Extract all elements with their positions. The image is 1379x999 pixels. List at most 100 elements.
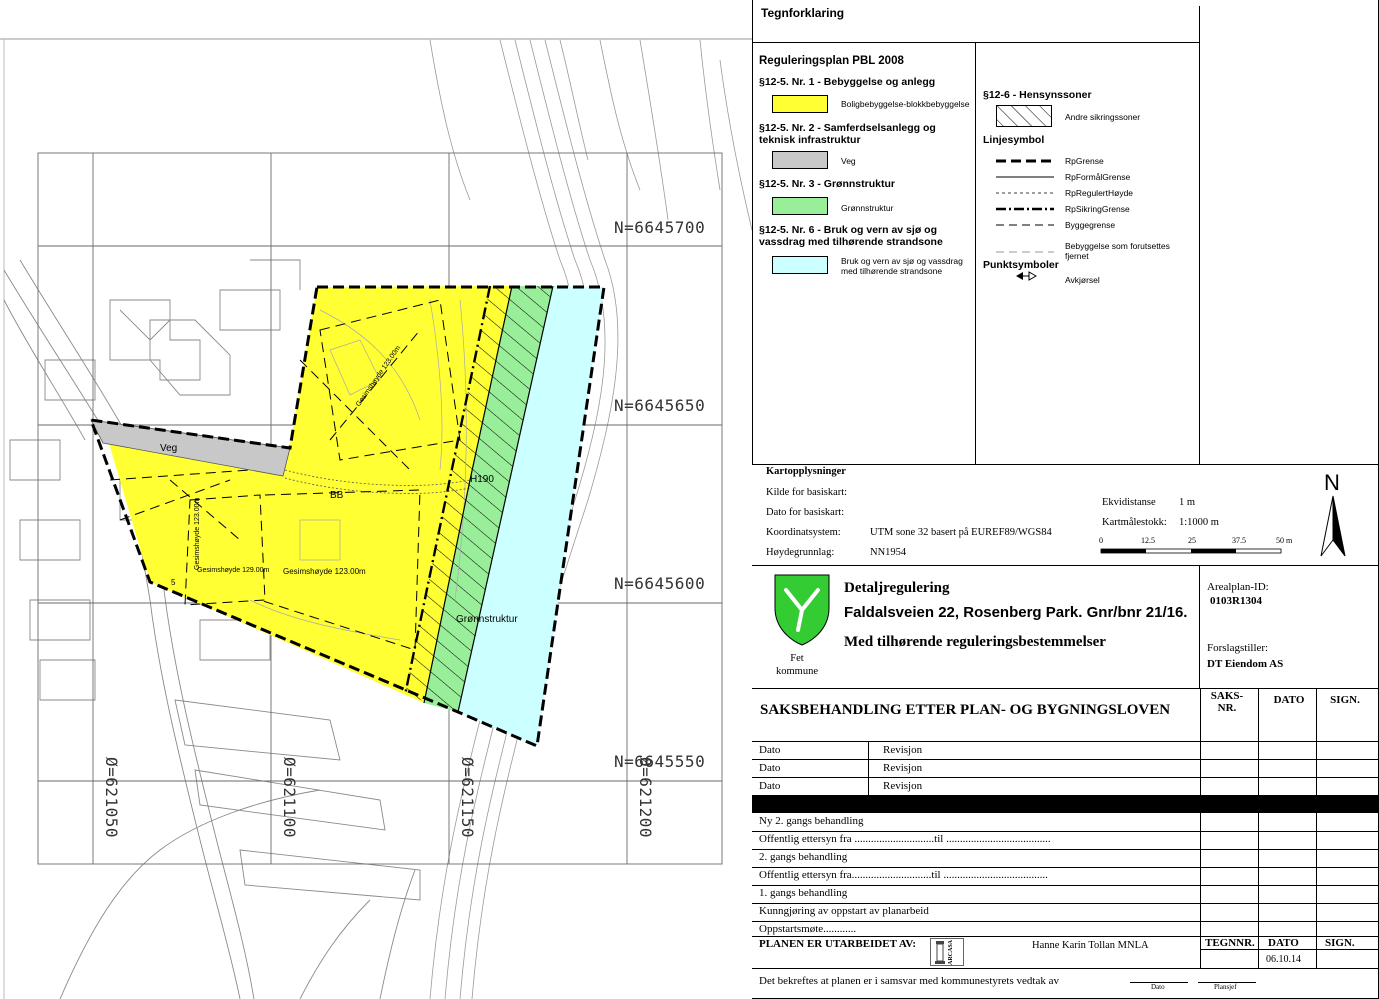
- line-label: Bebyggelse som forutsettes fjernet: [1065, 241, 1170, 261]
- line-label: RpFormålGrense: [1065, 172, 1131, 182]
- legend-section-6: §12-5. Nr. 6 - Bruk og vern av sjø og va…: [759, 224, 943, 248]
- rev-label: Revisjon: [883, 780, 923, 792]
- plan-title-2: Faldalsveien 22, Rosenberg Park. Gnr/bnr…: [844, 604, 1188, 621]
- line-label: RpGrense: [1065, 156, 1104, 166]
- arcasa-logo: ARCASA: [930, 938, 964, 966]
- legend-section-1: §12-5. Nr. 1 - Bebyggelse og anlegg: [759, 76, 936, 88]
- height-label: Gesimshøyde 129.00m: [197, 567, 270, 574]
- scale-tick: 50 m: [1276, 536, 1293, 545]
- prepared-by-label: PLANEN ER UTARBEIDET AV:: [759, 938, 916, 950]
- legend-section-hensyn: §12-6 - Hensynssoner: [983, 89, 1092, 101]
- line-label: Byggegrense: [1065, 220, 1116, 230]
- separator-bar: [752, 795, 1379, 813]
- northing-label: N=6645550: [614, 752, 706, 771]
- malestokk-label: Kartmålestokk:: [1102, 517, 1167, 528]
- legend-item-water: Bruk og vern av sjø og vassdrag med tilh…: [841, 256, 963, 276]
- plan-title-1: Detaljregulering: [844, 580, 950, 596]
- line-symbols: [996, 159, 1054, 253]
- saks-heading: SAKSBEHANDLING ETTER PLAN- OG BYGNINGSLO…: [760, 702, 1171, 718]
- area-code-label: BB: [330, 490, 344, 501]
- rev-date-label: Dato: [759, 762, 781, 774]
- swatch-green: [772, 197, 828, 215]
- zoning-areas: [90, 286, 604, 746]
- north-label: N: [1324, 470, 1340, 495]
- height-label: Gesimshøyde 123.00m: [283, 567, 366, 576]
- road-label: Veg: [160, 443, 178, 454]
- col-sign: SIGN.: [1330, 694, 1360, 706]
- legend-linjesymbol: Linjesymbol: [983, 134, 1045, 146]
- legend-section-2: §12-5. Nr. 2 - Samferdselsanlegg og tekn…: [759, 122, 936, 146]
- rev-label: Revisjon: [883, 744, 923, 756]
- map-canvas: [0, 38, 752, 999]
- arealplan-label: Arealplan-ID:: [1207, 581, 1269, 593]
- boundary-number-label: 5: [171, 578, 176, 587]
- scale-tick: 25: [1188, 536, 1196, 545]
- rev-date-label: Dato: [759, 780, 781, 792]
- northing-label: N=6645600: [614, 574, 706, 593]
- process-row: Oppstartsmøte............: [759, 923, 857, 935]
- height-label: Gesimshøyde 123.00m: [194, 497, 201, 570]
- scale-tick: 12.5: [1141, 536, 1155, 545]
- forslagstiller-label: Forslagstiller:: [1207, 642, 1269, 654]
- plan-type-heading: Reguleringsplan PBL 2008: [759, 55, 904, 67]
- scale-tick: 0: [1099, 536, 1103, 545]
- legend-panel: Tegnforklaring Reguleringsplan PBL 2008 …: [752, 0, 1379, 464]
- ekvidistanse-label: Ekvidistanse: [1102, 497, 1156, 508]
- line-label: RpSikringGrense: [1065, 204, 1130, 214]
- legend-section-3: §12-5. Nr. 3 - Grønnstruktur: [759, 178, 895, 190]
- line-label: RpRegulertHøyde: [1065, 188, 1134, 198]
- scale-tick: 37.5: [1232, 536, 1246, 545]
- process-row: Ny 2. gangs behandling: [759, 815, 864, 827]
- kart-title: Kartopplysninger: [766, 466, 846, 477]
- kart-koord-label: Koordinatsystem:: [766, 527, 841, 538]
- malestokk-value: 1:1000 m: [1179, 517, 1219, 528]
- legend-item-green: Grønnstruktur: [841, 203, 894, 213]
- process-row: Offentlig ettersyn fra .................…: [759, 833, 1051, 845]
- column-icon: [935, 941, 945, 964]
- green-area-label: Grønnstruktur: [456, 614, 518, 625]
- swatch-road: [772, 151, 828, 169]
- easting-label: Ø=621050: [102, 757, 121, 839]
- dato-label: DATO: [1268, 937, 1299, 949]
- north-arrow-icon: [1320, 495, 1346, 557]
- swatch-sikring: [996, 105, 1052, 127]
- plan-sheet: N=6645700 N=6645650 N=6645600 N=6645550 …: [0, 0, 1379, 999]
- process-row: Offentlig ettersyn fra..................…: [759, 869, 1048, 881]
- author-name: Hanne Karin Tollan MNLA: [1032, 940, 1149, 951]
- swatch-residential: [772, 95, 828, 113]
- col-saksnr: SAKS- NR.: [1210, 690, 1244, 714]
- plan-title-3: Med tilhørende reguleringsbestemmelser: [844, 634, 1106, 650]
- rev-date-label: Dato: [759, 744, 781, 756]
- zone-code-label: H190: [470, 474, 494, 485]
- process-row: 1. gangs behandling: [759, 887, 848, 899]
- map-frame: N=6645700 N=6645650 N=6645600 N=6645550 …: [0, 0, 752, 999]
- legend-item-residential: Boligbebyggelse-blokkbebyggelse: [841, 99, 970, 109]
- process-row: Kunngjøring av oppstart av planarbeid: [759, 905, 929, 917]
- scale-bar: [1100, 548, 1282, 554]
- legend-item-road: Veg: [841, 156, 856, 166]
- legend-title: Tegnforklaring: [761, 6, 845, 20]
- municipal-crest-icon: [774, 574, 830, 646]
- municipality-name: Fet kommune: [776, 653, 818, 677]
- footer-plansjef: Plansjef: [1214, 983, 1237, 991]
- easting-label: Ø=621150: [458, 757, 477, 839]
- forslagstiller-value: DT Eiendom AS: [1207, 658, 1284, 670]
- sign-label: SIGN.: [1325, 937, 1355, 949]
- confirmation-text: Det bekreftes at planen er i samsvar med…: [759, 975, 1059, 987]
- northing-label: N=6645700: [614, 218, 706, 237]
- process-row: 2. gangs behandling: [759, 851, 848, 863]
- driveway-icon: [1016, 271, 1037, 281]
- tegnnr-label: TEGNNR.: [1205, 937, 1255, 949]
- kart-dato-label: Dato for basiskart:: [766, 507, 845, 518]
- swatch-water: [772, 256, 828, 274]
- arcasa-text: ARCASA: [948, 939, 954, 965]
- legend-item-driveway: Avkjørsel: [1065, 275, 1100, 285]
- kart-hoyde-value: NN1954: [870, 547, 907, 558]
- kart-koord-value: UTM sone 32 basert på EUREF89/WGS84: [870, 527, 1052, 538]
- kart-hoyde-label: Høydegrunnlag:: [766, 547, 835, 558]
- legend-item-sikring: Andre sikringssoner: [1065, 112, 1141, 122]
- ekvidistanse-value: 1 m: [1179, 497, 1196, 508]
- kart-kilde-label: Kilde for basiskart:: [766, 487, 848, 498]
- drawing-date: 06.10.14: [1266, 954, 1301, 965]
- northing-label: N=6645650: [614, 396, 706, 415]
